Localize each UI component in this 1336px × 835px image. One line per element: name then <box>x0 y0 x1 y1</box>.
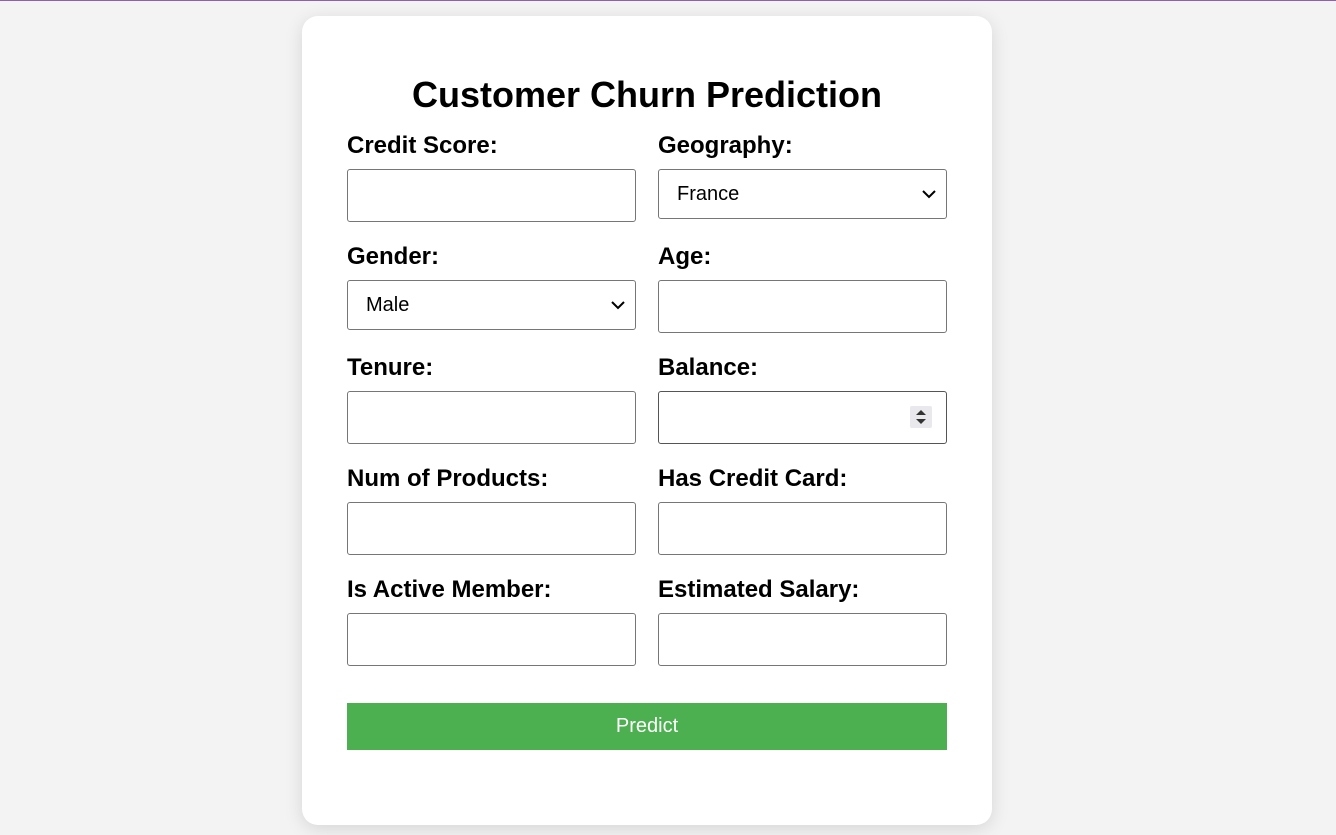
num-products-label: Num of Products: <box>347 465 549 492</box>
estimated-salary-field: Estimated Salary: <box>658 576 947 666</box>
tenure-input[interactable] <box>347 391 636 444</box>
has-credit-card-label: Has Credit Card: <box>658 465 848 492</box>
gender-field: Gender: Male <box>347 243 636 330</box>
has-credit-card-input[interactable] <box>658 502 947 555</box>
credit-score-field: Credit Score: <box>347 132 636 222</box>
page-title: Customer Churn Prediction <box>411 74 883 115</box>
estimated-salary-input[interactable] <box>658 613 947 666</box>
predict-button[interactable]: Predict <box>347 703 947 750</box>
num-products-field: Num of Products: <box>347 465 636 555</box>
has-credit-card-field: Has Credit Card: <box>658 465 947 555</box>
age-input[interactable] <box>658 280 947 333</box>
num-products-input[interactable] <box>347 502 636 555</box>
age-field: Age: <box>658 243 947 333</box>
tenure-label: Tenure: <box>347 354 434 381</box>
chevron-down-icon <box>611 301 625 310</box>
geography-field: Geography: France <box>658 132 947 219</box>
balance-input[interactable] <box>658 391 947 444</box>
credit-score-input[interactable] <box>347 169 636 222</box>
credit-score-label: Credit Score: <box>347 132 498 159</box>
gender-label: Gender: <box>347 243 440 270</box>
is-active-member-label: Is Active Member: <box>347 576 552 603</box>
spinner-icon[interactable] <box>910 406 932 428</box>
tenure-field: Tenure: <box>347 354 636 444</box>
geography-select[interactable]: France <box>658 169 947 219</box>
geography-selected-value: France <box>677 183 740 205</box>
is-active-member-field: Is Active Member: <box>347 576 636 666</box>
is-active-member-input[interactable] <box>347 613 636 666</box>
prediction-card: Customer Churn Prediction Credit Score: … <box>302 16 992 825</box>
estimated-salary-label: Estimated Salary: <box>658 576 860 603</box>
chevron-down-icon <box>922 190 936 199</box>
gender-select[interactable]: Male <box>347 280 636 330</box>
age-label: Age: <box>658 243 712 270</box>
balance-label: Balance: <box>658 354 759 381</box>
balance-field: Balance: <box>658 354 947 444</box>
gender-selected-value: Male <box>366 294 410 316</box>
top-accent-line <box>0 0 1336 1</box>
geography-label: Geography: <box>658 132 793 159</box>
